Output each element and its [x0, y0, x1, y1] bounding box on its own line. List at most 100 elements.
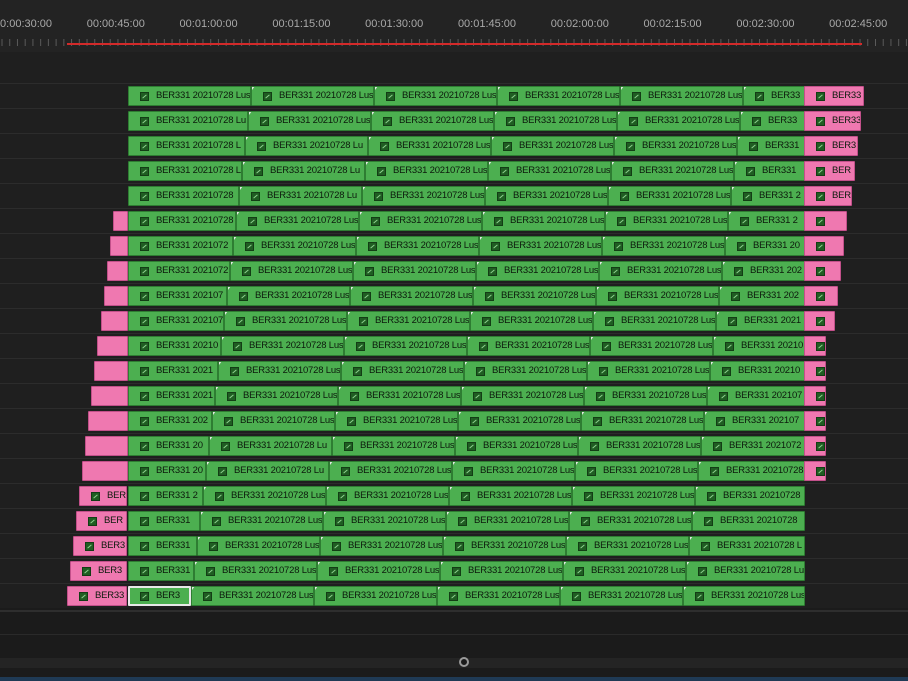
timeline-clip[interactable]: BER331 20210728 Lus	[341, 361, 464, 381]
timeline-clip[interactable]: BER331 20210728 Lus	[203, 486, 326, 506]
timeline-clip[interactable]: BER331 20210728	[695, 486, 805, 506]
timeline-clip[interactable]: BER331 20210728 Lus	[227, 286, 350, 306]
timeline-clip[interactable]: BER331 20210728 Lus	[353, 261, 476, 281]
in-out-range-bar[interactable]	[67, 43, 862, 45]
timeline-clip[interactable]: BER331 20210728 Lus	[590, 336, 713, 356]
timeline-clip[interactable]: BER331 20	[128, 461, 206, 481]
timeline-clip-pink[interactable]: BER33	[67, 586, 127, 606]
timeline-clip[interactable]: BER331 20210728 Lus	[605, 211, 728, 231]
timeline-clip[interactable]: BER331 2021072	[128, 261, 230, 281]
timeline-clip[interactable]: BER331 20210728 Lus	[584, 386, 707, 406]
timeline-clip[interactable]: BER331 20210728 Lus	[488, 161, 611, 181]
timeline-clip[interactable]: BER331 20210728 Lus	[191, 586, 314, 606]
timeline-clip[interactable]: BER331 20210728 Lus	[458, 411, 581, 431]
timeline-clip-pink-lead[interactable]	[113, 211, 128, 231]
timeline-clip[interactable]: BER331 2	[731, 186, 805, 206]
timeline-clip[interactable]: BER331 20210728 Lu	[686, 561, 805, 581]
timeline-clip[interactable]: BER331 20210728 Lus	[338, 386, 461, 406]
timeline-clip[interactable]: BER331 20210728 Lus	[329, 461, 452, 481]
timeline-clip[interactable]: BER331 20210728 Lus	[614, 136, 737, 156]
timeline-clip[interactable]: BER331 20210728	[692, 511, 805, 531]
timeline-clip[interactable]: BER331 20210728 Lus	[320, 536, 443, 556]
timeline-clip[interactable]: BER331 20210728 Lus	[494, 111, 617, 131]
timeline-clip[interactable]: BER331 20210728 Lus	[473, 286, 596, 306]
timeline-clip[interactable]: BER331 2021072	[128, 236, 233, 256]
timeline-clip[interactable]: BER331 20210728 Lus	[215, 386, 338, 406]
timeline-clip[interactable]: BER331 20210728 Lus	[578, 436, 701, 456]
timeline-clip[interactable]: BER331 20210728 Lus	[452, 461, 575, 481]
timeline-clip-pink-lead[interactable]	[91, 386, 128, 406]
timeline-clip[interactable]: BER331 20210728 L	[128, 161, 242, 181]
timeline-clip[interactable]: BER331 20210728 Lus	[212, 411, 335, 431]
timeline-clip[interactable]: BER331	[737, 136, 805, 156]
timeline-clip[interactable]: BER331 20210728 Lus	[194, 561, 317, 581]
timeline-clip-pink-lead[interactable]	[82, 461, 128, 481]
timeline-clip[interactable]: BER331 2021072	[701, 436, 805, 456]
timeline-clip[interactable]: BER331 20210728 Lu	[209, 436, 332, 456]
timeline-clip-pink-lead[interactable]	[104, 286, 128, 306]
timeline-clip[interactable]: BER331 20210728 Lus	[236, 211, 359, 231]
timeline-clip[interactable]: BER331 20210728 Lus	[593, 311, 716, 331]
timeline-clip[interactable]: BER33	[740, 111, 805, 131]
timeline-clip-pink[interactable]	[804, 236, 844, 256]
timeline-clip[interactable]: BER331 20210728 Lu	[239, 186, 362, 206]
timeline-clip[interactable]: BER331 2	[128, 486, 203, 506]
timeline-clip[interactable]: BER331 20210728 Lus	[248, 111, 371, 131]
timeline-clip-pink[interactable]	[804, 436, 826, 456]
timeline-clip[interactable]: BER331 20210	[710, 361, 805, 381]
timeline-clip[interactable]: BER331 20210	[128, 336, 221, 356]
timeline-clip[interactable]: BER331 20210728 Lus	[443, 536, 566, 556]
timeline-clip[interactable]: BER331 20210728 Lus	[464, 361, 587, 381]
timeline-clip[interactable]: BER331 20210728 Lus	[461, 386, 584, 406]
timeline-clip[interactable]: BER331 20210728 Lus	[596, 286, 719, 306]
timeline-clip[interactable]: BER331 20210728	[128, 211, 236, 231]
timeline-clip[interactable]: BER331 20210728 Lus	[572, 486, 695, 506]
timeline-clip[interactable]: BER331 20210728 Lus	[371, 111, 494, 131]
timeline-clip[interactable]: BER331 20210728 Lus	[326, 486, 449, 506]
timeline-clip[interactable]: BER331 20210728 Lus	[356, 236, 479, 256]
timeline-clip[interactable]: BER331 20210	[713, 336, 805, 356]
timeline-clip[interactable]: BER331 20210728	[698, 461, 805, 481]
timeline-clip[interactable]: BER331 20210728 Lus	[332, 436, 455, 456]
timeline-clip[interactable]: BER331 20210728 Lu	[242, 161, 365, 181]
timeline-clip[interactable]: BER331 20210728 Lus	[497, 86, 620, 106]
timeline-clip[interactable]: BER331 20210728 Lus	[359, 211, 482, 231]
horizontal-scrollbar[interactable]	[0, 658, 908, 668]
timeline-clip[interactable]: BER331 20210728 Lus	[440, 561, 563, 581]
timeline-clip[interactable]: BER331 202107	[707, 386, 805, 406]
timeline-clip-pink-lead[interactable]	[101, 311, 128, 331]
timeline-clip[interactable]: BER331 20210728 Lus	[620, 86, 743, 106]
timeline-clip-pink[interactable]	[804, 211, 847, 231]
timeline-clip[interactable]: BER331 20210728 Lus	[491, 136, 614, 156]
timeline-clip[interactable]: BER331 20210728 Lus	[479, 236, 602, 256]
timeline-clip[interactable]: BER331 20210728 Lus	[476, 261, 599, 281]
timeline-clip[interactable]: BER331	[128, 511, 200, 531]
timeline-clip[interactable]: BER331 202107	[704, 411, 805, 431]
timeline-clip[interactable]: BER331 20210728 Lus	[446, 511, 569, 531]
timeline-clip-pink[interactable]	[804, 386, 826, 406]
timeline-clip-pink[interactable]: BER	[79, 486, 127, 506]
timeline-clip[interactable]: BER331 202	[128, 411, 212, 431]
timeline-clip[interactable]: BER331 20210728 Lus	[485, 186, 608, 206]
timeline-clip[interactable]: BER331 20210728 Lus	[362, 186, 485, 206]
timeline-clip[interactable]: BER331 20210728 Lus	[437, 586, 560, 606]
timeline-clip[interactable]: BER331 20210728 Lus	[251, 86, 374, 106]
timeline-clip[interactable]: BER331 20210728 Lus	[482, 211, 605, 231]
timeline-clip-pink-lead[interactable]	[85, 436, 128, 456]
timeline-clip-pink[interactable]	[804, 336, 826, 356]
timeline-clip[interactable]: BER331 20210728 Lus	[602, 236, 725, 256]
timeline-clip[interactable]: BER331 20210728 Lus	[200, 511, 323, 531]
timeline-clip[interactable]: BER331 20210728 Lus	[683, 586, 805, 606]
timeline-clip[interactable]: BER331 20210728 Lus	[608, 186, 731, 206]
timeline-clip[interactable]: BER331 20210728 Lus	[611, 161, 734, 181]
timeline-clip[interactable]: BER331	[128, 561, 194, 581]
timeline-clip[interactable]: BER331 20210728 L	[689, 536, 805, 556]
timeline-clip[interactable]: BER331 20210728	[128, 186, 239, 206]
timeline-clip[interactable]: BER331 20210728 Lus	[470, 311, 593, 331]
timeline-clip[interactable]: BER331 20210728 Lus	[617, 111, 740, 131]
timeline-clip[interactable]: BER331 202107	[128, 311, 224, 331]
timeline-clip[interactable]: BER331 202	[719, 286, 805, 306]
timeline-clip-pink-lead[interactable]	[94, 361, 128, 381]
timeline-clip[interactable]: BER331 20210728 Lu	[128, 111, 248, 131]
timeline-clip[interactable]: BER331 20210728 Lu	[206, 461, 329, 481]
